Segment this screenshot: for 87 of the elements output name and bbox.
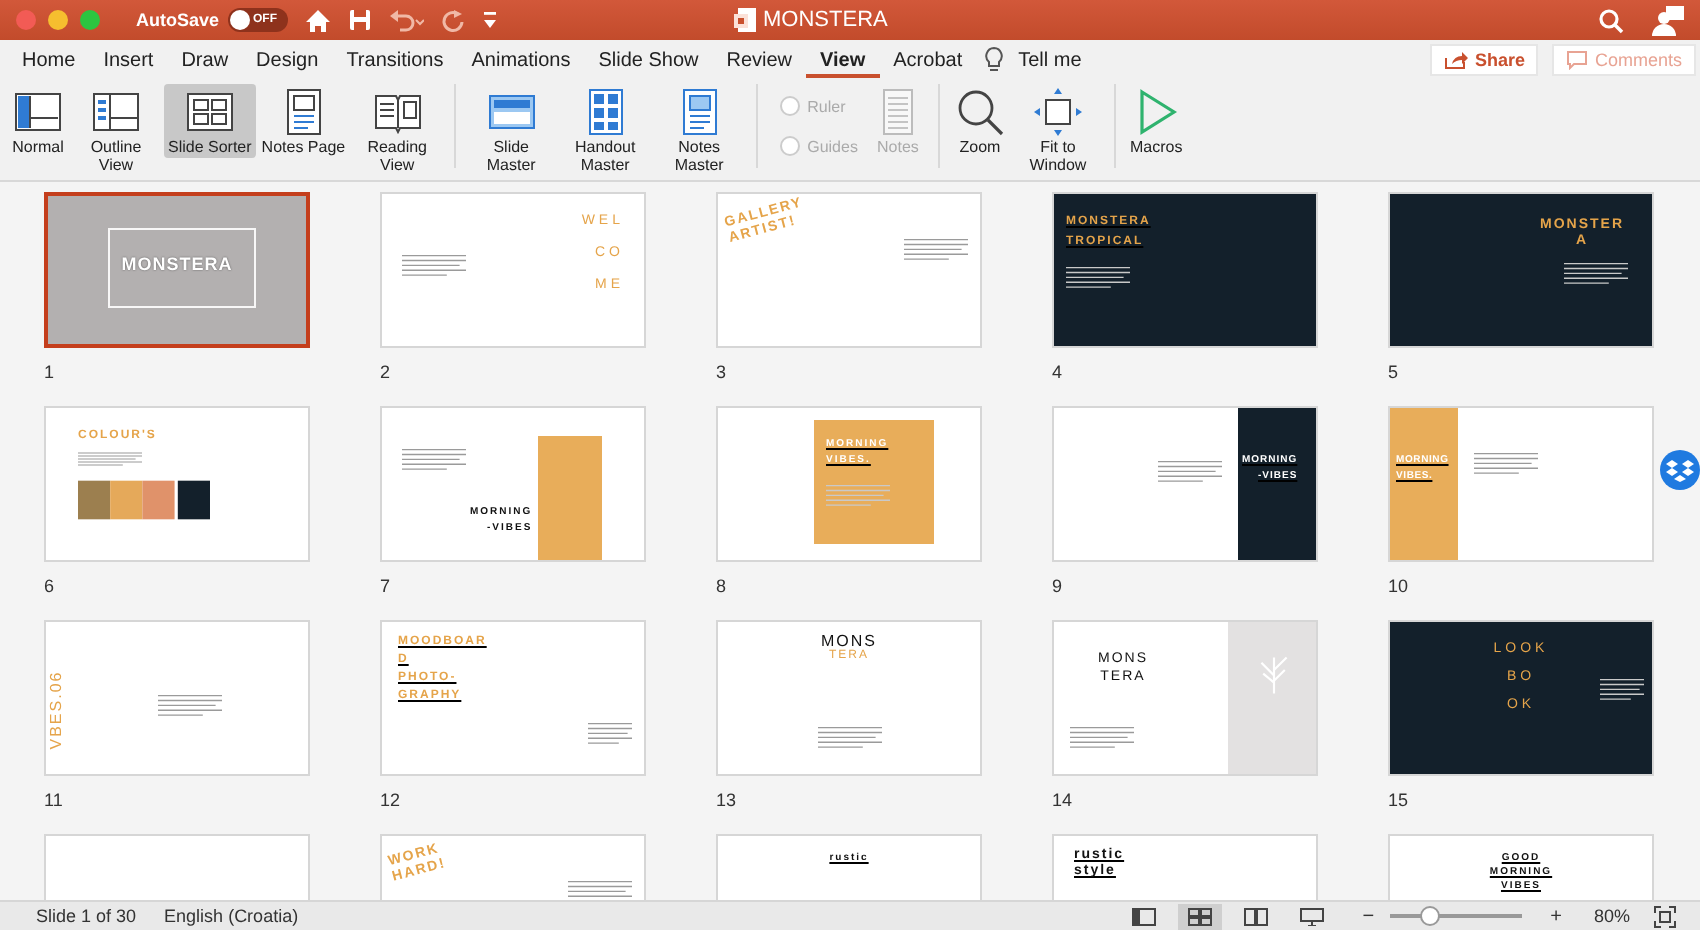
ribbon-button[interactable]: Slide Master — [465, 84, 558, 176]
slide-number: 13 — [716, 790, 737, 810]
slide-title: MONS — [821, 634, 877, 650]
customize-caret-icon[interactable] — [481, 10, 498, 30]
filler-text-drawing — [588, 722, 632, 748]
filler-text-drawing — [158, 694, 222, 720]
view-button[interactable] — [1178, 903, 1223, 929]
zoom-out-button[interactable]: − — [1358, 905, 1379, 927]
tell-me-field[interactable]: Tell me — [1004, 42, 1096, 78]
slide-number: 6 — [44, 576, 55, 596]
filler-text-drawing — [1066, 266, 1130, 292]
fit-to-window-icon — [1031, 86, 1084, 138]
undo-icon[interactable] — [387, 8, 424, 32]
normal-view-icon — [1132, 907, 1157, 925]
slide-grid-icon — [1188, 907, 1213, 925]
ribbon-button[interactable]: Notes Page — [257, 84, 350, 158]
ribbon-button[interactable]: Handout Master — [559, 84, 652, 176]
slide-number: 14 — [1052, 790, 1073, 810]
document-icon — [733, 8, 756, 32]
ribbon-button[interactable]: Notes Master — [653, 84, 746, 176]
language-label[interactable]: English (Croatia) — [164, 906, 299, 926]
share-button[interactable]: Share — [1430, 44, 1539, 76]
ribbon-tab[interactable]: Home — [8, 42, 90, 78]
slide-count: Slide 1 of 30 — [36, 906, 137, 926]
filler-text-drawing — [1600, 678, 1644, 704]
ribbon-tab[interactable]: Transitions — [332, 42, 458, 78]
presentation-screen-icon — [1300, 907, 1325, 925]
minimize-window-icon[interactable] — [48, 10, 68, 30]
filler-text-drawing — [1564, 262, 1628, 288]
filler-text-drawing — [402, 254, 466, 280]
slide-number: 12 — [380, 790, 401, 810]
filler-text-drawing — [78, 452, 142, 468]
slide-number: 11 — [44, 790, 63, 810]
slide-number: 5 — [1388, 362, 1399, 382]
ribbon-button[interactable]: Normal — [8, 84, 68, 158]
filler-text-drawing — [402, 448, 466, 474]
slide-title: VBES.06 — [49, 670, 66, 750]
share-icon — [1444, 50, 1469, 70]
slide-number: 3 — [716, 362, 727, 382]
lightbulb-icon — [984, 46, 1005, 74]
reading-view-icon — [1244, 907, 1269, 925]
ribbon-tab[interactable]: Draw — [167, 42, 243, 78]
dropbox-icon[interactable] — [1660, 450, 1700, 490]
slide-number: 9 — [1052, 576, 1063, 596]
color-swatches-drawing — [78, 480, 210, 520]
ribbon-button[interactable]: Fit to Window — [1011, 84, 1104, 176]
ribbon-tab[interactable]: Review — [712, 42, 807, 78]
save-icon[interactable] — [347, 8, 372, 32]
filler-text-drawing — [826, 484, 890, 510]
slide-number: 15 — [1388, 790, 1409, 810]
magnifier-icon — [953, 86, 1006, 138]
filler-text-drawing — [1070, 726, 1134, 752]
zoom-in-button[interactable]: + — [1546, 905, 1566, 927]
ribbon-tab[interactable]: View — [806, 42, 880, 78]
ribbon-tab[interactable]: Acrobat — [879, 42, 977, 78]
ribbon-button[interactable]: Slide Sorter — [164, 84, 256, 158]
filler-text-drawing — [1474, 452, 1538, 478]
ribbon-tab[interactable]: Insert — [89, 42, 168, 78]
home-icon[interactable] — [303, 7, 332, 33]
ribbon-button[interactable]: Macros — [1125, 84, 1187, 158]
redo-icon[interactable] — [439, 7, 466, 33]
ribbon-tab[interactable]: Design — [242, 42, 333, 78]
filler-text-drawing — [1158, 460, 1222, 486]
filler-text-drawing — [818, 726, 882, 752]
window-title: MONSTERA — [763, 8, 888, 32]
ribbon-tab[interactable]: Slide Show — [584, 42, 713, 78]
ribbon-button[interactable]: Outline View — [70, 84, 162, 176]
search-icon[interactable] — [1598, 7, 1624, 33]
slide-number: 8 — [716, 576, 727, 596]
color-panel — [814, 420, 934, 544]
comment-icon — [1566, 50, 1589, 70]
filler-text-drawing — [568, 880, 632, 900]
slide-number: 1 — [44, 362, 55, 382]
filler-text-drawing — [904, 238, 968, 264]
person-icon[interactable] — [1652, 5, 1684, 35]
slide-title: MONSTERA — [121, 256, 233, 272]
fit-to-window-icon[interactable] — [1654, 905, 1676, 927]
autosave-label: AutoSave — [136, 10, 220, 30]
slide-number: 2 — [380, 362, 391, 382]
ribbon-button[interactable]: Reading View — [351, 84, 444, 176]
slide-number: 10 — [1388, 576, 1409, 596]
ribbon-button[interactable]: Zoom — [949, 84, 1010, 158]
slide-number: 4 — [1052, 362, 1063, 382]
color-panel — [538, 436, 602, 560]
slide-number: 7 — [380, 576, 391, 596]
ribbon-tab[interactable]: Animations — [457, 42, 585, 78]
zoom-percentage: 80% — [1593, 906, 1630, 926]
